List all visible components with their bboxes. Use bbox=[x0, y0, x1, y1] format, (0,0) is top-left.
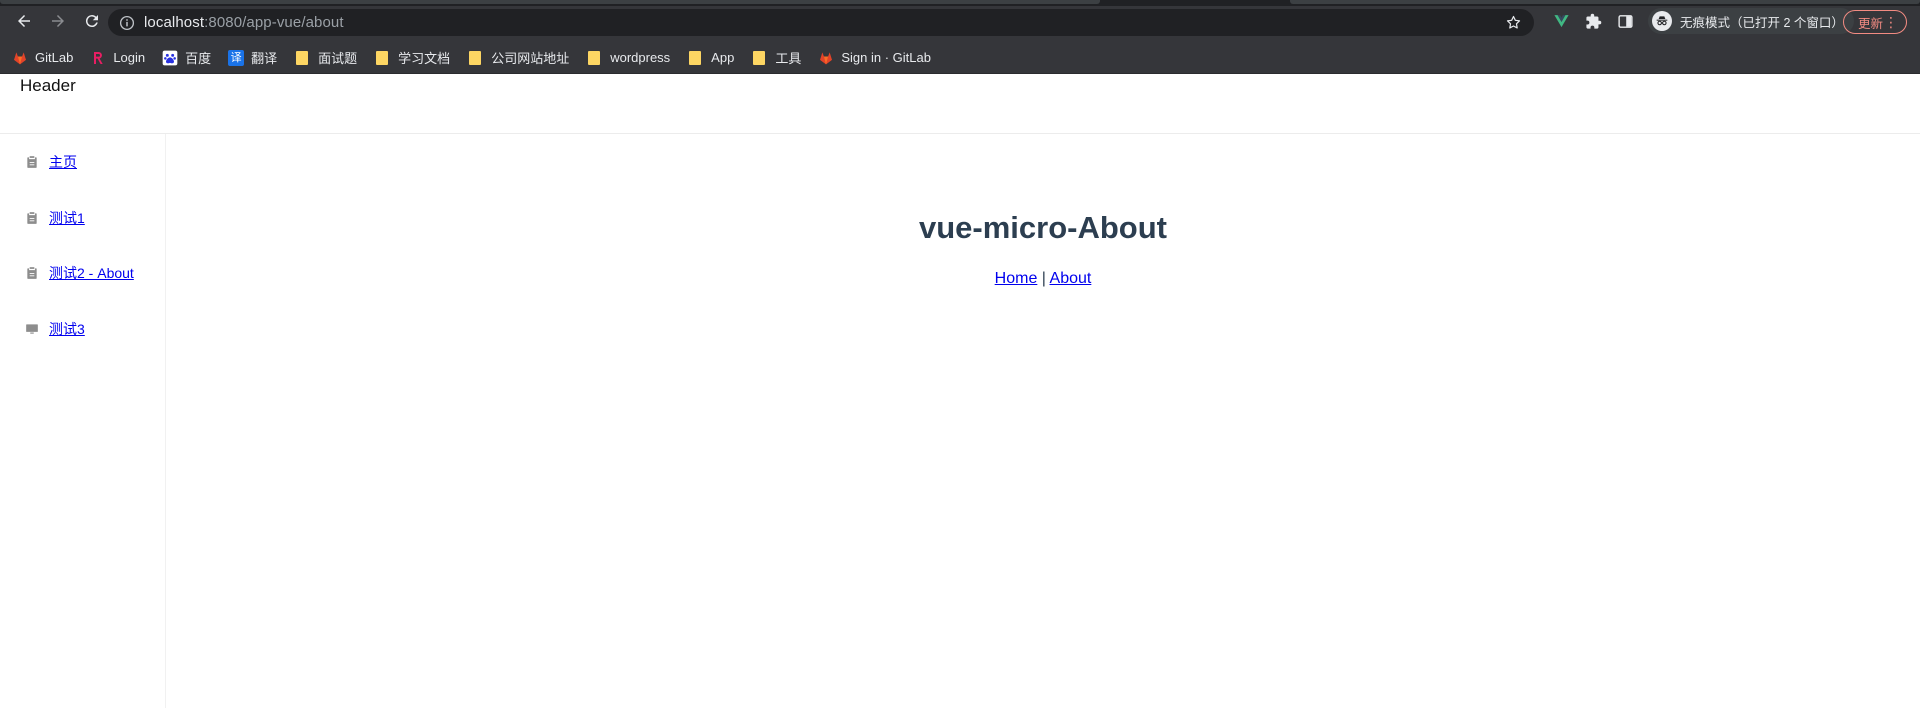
translate-icon: 译 bbox=[228, 49, 245, 66]
bookmark-folder-wordpress[interactable]: wordpress bbox=[586, 50, 670, 65]
bookmark-login[interactable]: Login bbox=[90, 50, 145, 66]
sidebar-item-test3[interactable]: 测试3 bbox=[25, 319, 85, 339]
sidebar-link[interactable]: 主页 bbox=[49, 152, 77, 172]
bookmark-label: Sign in · GitLab bbox=[841, 50, 931, 65]
vue-logo-icon bbox=[1553, 14, 1569, 27]
header-title: Header bbox=[20, 76, 76, 95]
address-bar[interactable]: localhost:8080/app-vue/about bbox=[108, 9, 1534, 36]
clipboard-icon bbox=[27, 156, 37, 168]
folder-icon bbox=[588, 50, 601, 65]
sidebar-link[interactable]: 测试3 bbox=[49, 319, 85, 339]
bookmark-folder-tools[interactable]: 工具 bbox=[751, 48, 801, 67]
vue-devtools-button[interactable] bbox=[1546, 6, 1576, 36]
bookmark-label: wordpress bbox=[610, 50, 671, 65]
back-button[interactable] bbox=[8, 5, 40, 37]
arrow-right-icon bbox=[52, 15, 64, 27]
browser-toolbar: localhost:8080/app-vue/about 无痕模式（已打开 2 … bbox=[0, 0, 1920, 42]
folder-icon bbox=[469, 50, 482, 65]
bookmarks-bar: GitLab Login 百度 译 翻译 面试题 学习文档 公司网站地址 wor… bbox=[0, 42, 1920, 74]
monitor-icon bbox=[26, 324, 38, 334]
more-menu-icon[interactable]: ⋮ bbox=[1884, 14, 1898, 30]
folder-icon bbox=[689, 50, 702, 65]
clipboard-icon bbox=[27, 267, 37, 279]
reload-icon bbox=[85, 15, 98, 28]
login-r-icon bbox=[94, 51, 103, 64]
bookmark-label: App bbox=[711, 50, 735, 65]
clipboard-icon bbox=[27, 212, 37, 224]
update-label: 更新 bbox=[1858, 16, 1884, 31]
forward-button[interactable] bbox=[42, 5, 74, 37]
sidebar-item-home[interactable]: 主页 bbox=[25, 152, 77, 172]
arrow-left-icon bbox=[18, 15, 30, 27]
sidebar-item-test2-about[interactable]: 测试2 - About bbox=[25, 263, 134, 283]
url-path: :8080/app-vue/about bbox=[204, 14, 344, 31]
app-header: Header bbox=[0, 74, 1920, 134]
bookmark-label: 面试题 bbox=[318, 51, 358, 66]
gitlab-icon bbox=[820, 51, 833, 64]
toolbar-actions: 无痕模式（已打开 2 个窗口） bbox=[1546, 0, 1854, 42]
bookmark-folder-docs[interactable]: 学习文档 bbox=[374, 48, 450, 67]
incognito-icon bbox=[1652, 11, 1672, 31]
bookmark-folder-app[interactable]: App bbox=[687, 50, 734, 65]
bookmark-star-icon[interactable] bbox=[1505, 14, 1522, 31]
bookmark-label: 公司网站地址 bbox=[491, 51, 570, 66]
bookmark-label: 学习文档 bbox=[398, 51, 451, 66]
app-root: Header 主页 测试1 测试2 - About 测试3 vue-micro-… bbox=[0, 74, 1920, 708]
tab-strip-segment bbox=[0, 0, 1100, 4]
info-icon[interactable] bbox=[118, 14, 136, 32]
side-panel-icon bbox=[1617, 14, 1633, 28]
folder-icon bbox=[753, 50, 766, 65]
folder-icon bbox=[376, 50, 389, 65]
sidebar-menu: 主页 测试1 测试2 - About 测试3 bbox=[0, 134, 166, 358]
side-panel-button[interactable] bbox=[1610, 6, 1640, 36]
baidu-icon bbox=[162, 50, 178, 65]
bookmark-folder-interview[interactable]: 面试题 bbox=[294, 48, 357, 67]
gitlab-icon bbox=[14, 51, 26, 64]
bookmark-label: 工具 bbox=[775, 51, 802, 66]
extensions-button[interactable] bbox=[1578, 6, 1608, 36]
bookmark-gitlab[interactable]: GitLab bbox=[12, 50, 73, 66]
bookmark-gitlab-signin[interactable]: Sign in · GitLab bbox=[818, 50, 931, 66]
puzzle-icon bbox=[1585, 13, 1601, 29]
folder-icon bbox=[296, 50, 309, 65]
bookmark-label: 百度 bbox=[185, 51, 212, 66]
url-text[interactable]: localhost:8080/app-vue/about bbox=[144, 14, 344, 31]
page-nav: Home | About bbox=[166, 270, 1920, 288]
page-title: vue-micro-About bbox=[919, 210, 1167, 245]
bookmark-label: GitLab bbox=[35, 50, 74, 65]
bookmark-label: 翻译 bbox=[251, 51, 278, 66]
sidebar-link[interactable]: 测试2 - About bbox=[49, 263, 134, 283]
incognito-indicator[interactable]: 无痕模式（已打开 2 个窗口） bbox=[1648, 8, 1854, 34]
bookmark-translate[interactable]: 译 翻译 bbox=[228, 48, 277, 67]
sidebar-item-test1[interactable]: 测试1 bbox=[25, 208, 85, 228]
bookmark-folder-company[interactable]: 公司网站地址 bbox=[467, 48, 569, 67]
nav-link-about[interactable]: About bbox=[1050, 270, 1092, 287]
url-host: localhost bbox=[144, 14, 205, 31]
update-button[interactable]: 更新 ⋮ bbox=[1843, 10, 1907, 34]
sidebar-link[interactable]: 测试1 bbox=[49, 208, 85, 228]
reload-button[interactable] bbox=[76, 5, 108, 37]
bookmark-baidu[interactable]: 百度 bbox=[162, 48, 211, 67]
nav-separator: | bbox=[1037, 270, 1050, 287]
incognito-label: 无痕模式（已打开 2 个窗口） bbox=[1680, 15, 1844, 30]
bookmark-label: Login bbox=[113, 50, 146, 65]
nav-link-home[interactable]: Home bbox=[995, 270, 1038, 287]
